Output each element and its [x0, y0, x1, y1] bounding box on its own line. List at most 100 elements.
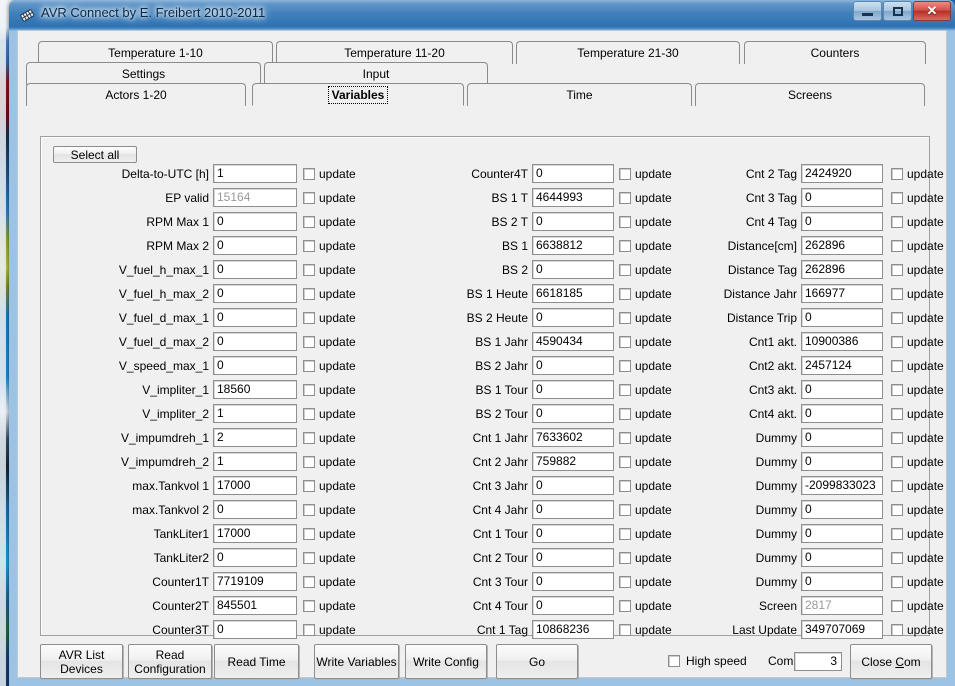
tab-input[interactable]: Input — [264, 62, 488, 85]
variable-label: Distance Trip — [726, 311, 797, 325]
variable-input[interactable]: 0 — [801, 428, 883, 447]
variable-input[interactable]: 0 — [213, 260, 297, 279]
update-checkbox[interactable] — [891, 264, 903, 276]
update-checkbox[interactable] — [891, 552, 903, 564]
variable-input[interactable]: 2424920 — [801, 164, 883, 183]
update-checkbox[interactable] — [891, 360, 903, 372]
variable-input[interactable]: 0 — [213, 236, 297, 255]
variable-input[interactable]: 0 — [213, 356, 297, 375]
update-checkbox[interactable] — [891, 384, 903, 396]
variable-input[interactable]: 349707069 — [801, 620, 883, 639]
tab-screens[interactable]: Screens — [695, 83, 925, 106]
update-checkbox[interactable] — [891, 336, 903, 348]
update-checkbox[interactable] — [891, 216, 903, 228]
variable-input[interactable]: 166977 — [801, 284, 883, 303]
update-checkbox[interactable] — [891, 624, 903, 636]
tab-settings[interactable]: Settings — [26, 62, 261, 85]
maximize-button[interactable] — [883, 1, 912, 21]
tab-label: Temperature 11-20 — [344, 46, 445, 60]
tab-temperature-1-10[interactable]: Temperature 1-10 — [38, 41, 273, 64]
variable-label: BS 2 T — [491, 215, 528, 229]
avr-list-devices-button[interactable]: AVR List Devices — [40, 644, 123, 679]
variable-input[interactable]: 1 — [213, 452, 297, 471]
variable-input[interactable]: 0 — [801, 524, 883, 543]
update-checkbox[interactable] — [891, 240, 903, 252]
tab-temperature-11-20[interactable]: Temperature 11-20 — [276, 41, 513, 64]
variable-input[interactable]: 10900386 — [801, 332, 883, 351]
variable-input[interactable]: 0 — [213, 620, 297, 639]
variable-input[interactable]: 1 — [213, 404, 297, 423]
select-all-button[interactable]: Select all — [53, 146, 137, 163]
update-label: update — [907, 407, 944, 421]
variable-input[interactable]: 0 — [801, 380, 883, 399]
update-checkbox[interactable] — [891, 312, 903, 324]
variable-input[interactable]: 0 — [213, 500, 297, 519]
variable-input[interactable]: 262896 — [801, 236, 883, 255]
close-button[interactable]: ✕ — [913, 1, 951, 21]
update-checkbox[interactable] — [891, 432, 903, 444]
button-label: Write Variables — [316, 654, 397, 669]
update-checkbox[interactable] — [891, 408, 903, 420]
variable-input[interactable]: -2099833023 — [801, 476, 883, 495]
update-checkbox[interactable] — [891, 480, 903, 492]
update-label: update — [907, 599, 944, 613]
variable-input[interactable]: 0 — [213, 308, 297, 327]
variable-label: Cnt 2 Tour — [472, 551, 528, 565]
variable-input[interactable]: 17000 — [213, 476, 297, 495]
button-label: Read Configuration — [134, 647, 206, 676]
variable-label: Cnt 3 Tour — [472, 575, 528, 589]
variable-input[interactable]: 0 — [801, 212, 883, 231]
write-config-button[interactable]: Write Config — [405, 644, 487, 679]
update-label: update — [907, 503, 944, 517]
variable-label: V_fuel_h_max_2 — [118, 287, 209, 301]
variable-input[interactable]: 0 — [801, 548, 883, 567]
update-label: update — [907, 383, 944, 397]
tab-label: Input — [362, 67, 390, 81]
update-checkbox[interactable] — [891, 288, 903, 300]
variable-input[interactable]: 0 — [801, 572, 883, 591]
close-com-button[interactable]: Close Com — [850, 644, 932, 679]
variable-input[interactable]: 7719109 — [213, 572, 297, 591]
tab-actors-1-20[interactable]: Actors 1-20 — [26, 83, 246, 106]
variable-input[interactable]: 18560 — [213, 380, 297, 399]
variable-label: V_impliter_1 — [142, 383, 209, 397]
update-checkbox[interactable] — [891, 192, 903, 204]
update-checkbox[interactable] — [891, 576, 903, 588]
variable-input[interactable]: 0 — [213, 332, 297, 351]
write-variables-button[interactable]: Write Variables — [314, 644, 399, 679]
update-checkbox[interactable] — [891, 168, 903, 180]
com-input[interactable]: 3 — [794, 652, 842, 671]
variable-label: BS 2 Jahr — [475, 359, 528, 373]
variable-input[interactable]: 0 — [801, 452, 883, 471]
variable-input[interactable]: 262896 — [801, 260, 883, 279]
variable-input[interactable]: 845501 — [213, 596, 297, 615]
title-bar[interactable]: AVR Connect by E. Freibert 2010-2011 ✕ — [9, 0, 955, 30]
variable-input[interactable]: 0 — [213, 212, 297, 231]
update-checkbox[interactable] — [891, 504, 903, 516]
read-time-button[interactable]: Read Time — [214, 644, 299, 679]
variable-label: V_fuel_d_max_2 — [118, 335, 209, 349]
variable-label: V_impumdreh_1 — [120, 431, 209, 445]
update-label: update — [907, 479, 944, 493]
variable-input[interactable]: 0 — [801, 404, 883, 423]
variable-input[interactable]: 0 — [801, 188, 883, 207]
variable-input[interactable]: 17000 — [213, 524, 297, 543]
update-checkbox[interactable] — [891, 600, 903, 612]
high-speed-checkbox[interactable] — [668, 655, 680, 667]
variable-input[interactable]: 2457124 — [801, 356, 883, 375]
variable-input[interactable]: 0 — [213, 548, 297, 567]
variable-input[interactable]: 0 — [801, 308, 883, 327]
tab-variables[interactable]: Variables — [252, 83, 464, 106]
update-checkbox[interactable] — [891, 456, 903, 468]
go-button[interactable]: Go — [496, 644, 578, 679]
minimize-button[interactable] — [853, 1, 882, 21]
tab-temperature-21-30[interactable]: Temperature 21-30 — [516, 41, 740, 64]
variable-input[interactable]: 0 — [213, 284, 297, 303]
tab-time[interactable]: Time — [467, 83, 692, 106]
variable-input[interactable]: 0 — [801, 500, 883, 519]
variable-input[interactable]: 2 — [213, 428, 297, 447]
update-checkbox[interactable] — [891, 528, 903, 540]
read-configuration-button[interactable]: Read Configuration — [128, 644, 212, 679]
tab-counters[interactable]: Counters — [744, 41, 926, 64]
variable-input[interactable]: 1 — [213, 164, 297, 183]
